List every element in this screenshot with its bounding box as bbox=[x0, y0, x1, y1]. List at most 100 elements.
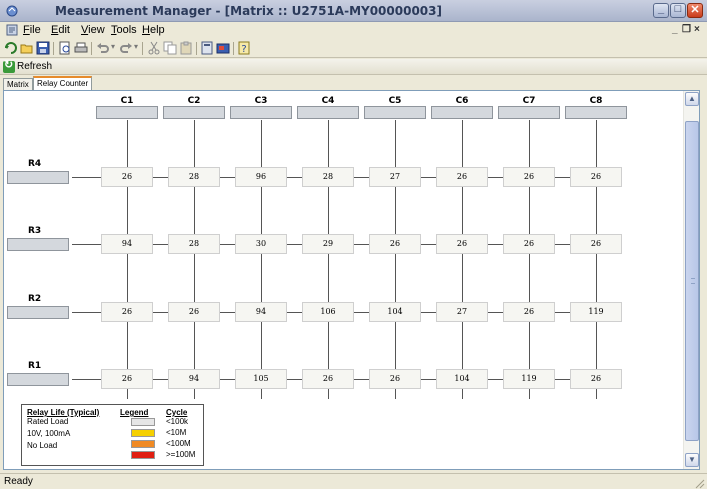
redo-icon[interactable] bbox=[119, 41, 133, 55]
menu-file[interactable]: File bbox=[23, 24, 41, 36]
relay-count-cell[interactable]: 26 bbox=[503, 302, 555, 322]
column-box-c6[interactable] bbox=[431, 106, 493, 119]
scroll-thumb[interactable] bbox=[685, 121, 699, 441]
relay-count-cell[interactable]: 26 bbox=[101, 167, 153, 187]
save-icon[interactable] bbox=[36, 41, 50, 55]
vertical-scrollbar[interactable]: ▲ ▼ bbox=[683, 91, 699, 469]
menu-tools[interactable]: Tools bbox=[111, 24, 137, 36]
relay-count-cell[interactable]: 26 bbox=[369, 369, 421, 389]
relay-count-cell[interactable]: 104 bbox=[369, 302, 421, 322]
column-box-c7[interactable] bbox=[498, 106, 560, 119]
menu-help[interactable]: Help bbox=[142, 24, 165, 36]
relay-count-cell[interactable]: 26 bbox=[302, 369, 354, 389]
relay-count-cell[interactable]: 26 bbox=[168, 302, 220, 322]
maximize-button[interactable]: □ bbox=[670, 3, 686, 18]
relay-count-cell[interactable]: 26 bbox=[503, 234, 555, 254]
tab-relay-counter[interactable]: Relay Counter bbox=[33, 76, 93, 90]
column-box-c5[interactable] bbox=[364, 106, 426, 119]
row-label: R3 bbox=[28, 226, 42, 236]
relay-count-cell[interactable]: 104 bbox=[436, 369, 488, 389]
toolbar-separator bbox=[196, 42, 197, 55]
paste-icon[interactable] bbox=[179, 41, 193, 55]
relay-count-cell[interactable]: 94 bbox=[168, 369, 220, 389]
connect-icon[interactable] bbox=[4, 41, 18, 55]
column-box-c3[interactable] bbox=[230, 106, 292, 119]
mdi-restore-button[interactable]: ❐ bbox=[682, 24, 691, 35]
relay-count-cell[interactable]: 26 bbox=[101, 302, 153, 322]
relay-count-cell[interactable]: 119 bbox=[570, 302, 622, 322]
open-icon[interactable] bbox=[20, 41, 34, 55]
menu-edit[interactable]: Edit bbox=[51, 24, 70, 36]
row-box-r1[interactable] bbox=[7, 373, 69, 386]
column-label: C8 bbox=[589, 96, 603, 106]
column-line bbox=[462, 120, 463, 399]
row-label: R2 bbox=[28, 294, 42, 304]
relay-count-cell[interactable]: 26 bbox=[570, 369, 622, 389]
menu-bar: File Edit View Tools Help _ ❐ × bbox=[0, 22, 707, 39]
relay-count-cell[interactable]: 28 bbox=[168, 234, 220, 254]
relay-count-cell[interactable]: 27 bbox=[436, 302, 488, 322]
column-box-c2[interactable] bbox=[163, 106, 225, 119]
column-box-c4[interactable] bbox=[297, 106, 359, 119]
relay-count-cell[interactable]: 105 bbox=[235, 369, 287, 389]
print-icon[interactable] bbox=[74, 41, 88, 55]
help-icon[interactable]: ? bbox=[237, 41, 251, 55]
relay-count-cell[interactable]: 27 bbox=[369, 167, 421, 187]
column-line bbox=[395, 120, 396, 399]
mdi-close-button[interactable]: × bbox=[694, 24, 700, 35]
undo-icon[interactable] bbox=[96, 41, 110, 55]
column-box-c8[interactable] bbox=[565, 106, 627, 119]
column-label: C7 bbox=[522, 96, 536, 106]
relay-count-cell[interactable]: 29 bbox=[302, 234, 354, 254]
document-icon[interactable] bbox=[6, 24, 18, 36]
undo-dropdown-icon[interactable]: ▾ bbox=[111, 42, 115, 51]
relay-count-cell[interactable]: 119 bbox=[503, 369, 555, 389]
resize-grip-icon[interactable] bbox=[693, 477, 705, 489]
relay-count-cell[interactable]: 30 bbox=[235, 234, 287, 254]
relay-count-cell[interactable]: 94 bbox=[235, 302, 287, 322]
column-box-c1[interactable] bbox=[96, 106, 158, 119]
column-label: C2 bbox=[187, 96, 201, 106]
app-icon bbox=[6, 5, 18, 17]
relay-count-cell[interactable]: 26 bbox=[503, 167, 555, 187]
relay-count-cell[interactable]: 26 bbox=[101, 369, 153, 389]
calculator-icon[interactable] bbox=[200, 41, 214, 55]
status-text: Ready bbox=[4, 476, 33, 487]
column-label: C4 bbox=[321, 96, 335, 106]
relay-count-cell[interactable]: 106 bbox=[302, 302, 354, 322]
menu-view[interactable]: View bbox=[81, 24, 105, 36]
toolbar-separator bbox=[233, 42, 234, 55]
tab-matrix[interactable]: Matrix bbox=[3, 78, 33, 90]
column-line bbox=[127, 120, 128, 399]
row-box-r2[interactable] bbox=[7, 306, 69, 319]
cut-icon[interactable] bbox=[147, 41, 161, 55]
relay-count-cell[interactable]: 28 bbox=[302, 167, 354, 187]
row-box-r4[interactable] bbox=[7, 171, 69, 184]
relay-count-cell[interactable]: 26 bbox=[436, 234, 488, 254]
scroll-down-button[interactable]: ▼ bbox=[685, 453, 699, 467]
relay-count-cell[interactable]: 94 bbox=[101, 234, 153, 254]
cycle-label: <100k bbox=[166, 417, 189, 426]
title-bar: Measurement Manager - [Matrix :: U2751A-… bbox=[0, 0, 707, 22]
refresh-button[interactable]: Refresh bbox=[17, 61, 52, 72]
print-preview-icon[interactable] bbox=[58, 41, 72, 55]
scroll-up-button[interactable]: ▲ bbox=[685, 92, 699, 106]
column-line bbox=[328, 120, 329, 399]
copy-icon[interactable] bbox=[163, 41, 177, 55]
row-box-r3[interactable] bbox=[7, 238, 69, 251]
close-button[interactable]: ✕ bbox=[687, 3, 703, 18]
column-label: C1 bbox=[120, 96, 134, 106]
instrument-icon[interactable] bbox=[216, 41, 230, 55]
relay-count-cell[interactable]: 26 bbox=[369, 234, 421, 254]
relay-count-cell[interactable]: 26 bbox=[570, 167, 622, 187]
redo-dropdown-icon[interactable]: ▾ bbox=[134, 42, 138, 51]
relay-count-cell[interactable]: 28 bbox=[168, 167, 220, 187]
relay-count-cell[interactable]: 26 bbox=[570, 234, 622, 254]
mdi-minimize-button[interactable]: _ bbox=[672, 24, 678, 35]
relay-count-cell[interactable]: 96 bbox=[235, 167, 287, 187]
relay-count-cell[interactable]: 26 bbox=[436, 167, 488, 187]
scroll-grip bbox=[691, 278, 695, 284]
minimize-button[interactable]: _ bbox=[653, 3, 669, 18]
refresh-icon[interactable] bbox=[3, 58, 15, 73]
column-line bbox=[596, 120, 597, 399]
